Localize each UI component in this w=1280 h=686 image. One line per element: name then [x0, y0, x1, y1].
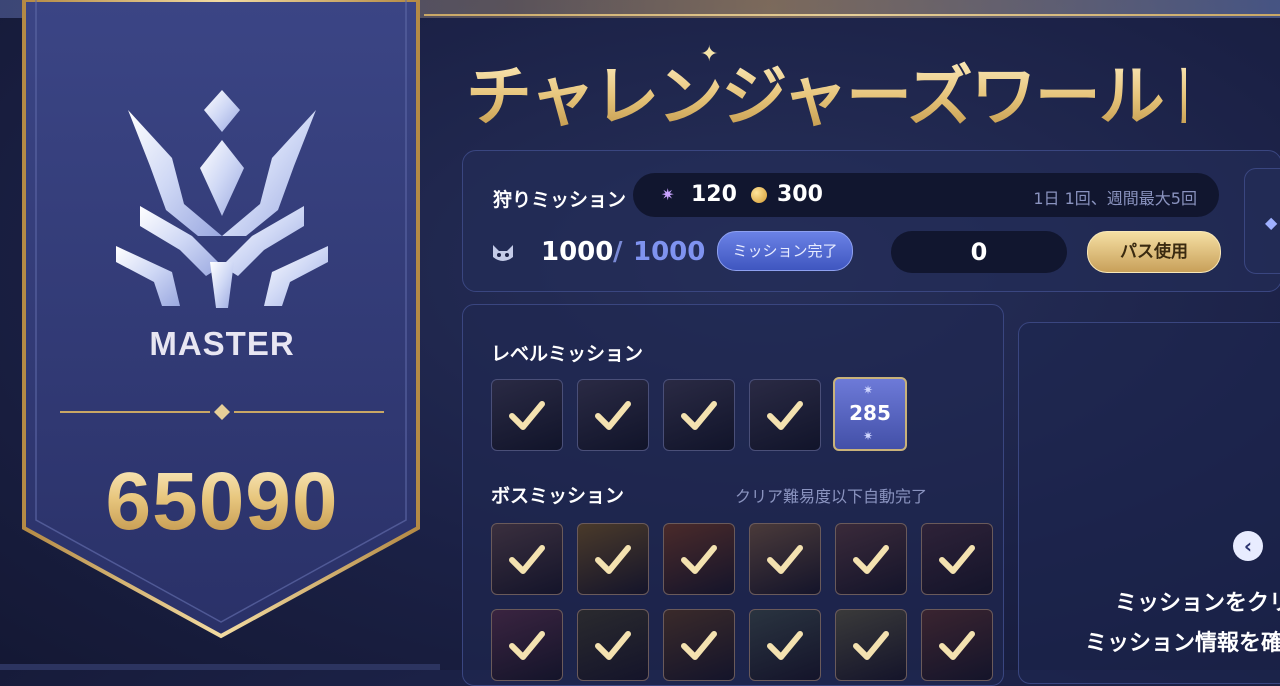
missions-panel: レベルミッション ✷ 285 ✷ ボスミッション クリア難易度以下自動完了 [462, 304, 1004, 686]
checkmark-icon [853, 631, 889, 660]
stamina-max: 1000 [633, 237, 706, 267]
info-line-2: ミッション情報を確 [1085, 631, 1280, 656]
level-mission-current-tile[interactable]: ✷ 285 ✷ [833, 377, 907, 451]
checkmark-icon [767, 545, 803, 574]
boss-mission-tile[interactable] [491, 609, 563, 681]
boss-mission-tile[interactable] [663, 523, 735, 595]
level-mission-tile[interactable] [491, 379, 563, 451]
arrow-left-icon[interactable]: ‹ [1233, 531, 1263, 561]
checkmark-icon [939, 545, 975, 574]
page-title: チャレンジャーズワールド [466, 52, 1229, 142]
cat-mask-icon [491, 243, 515, 268]
sparkle-icon: ✷ [863, 383, 874, 397]
level-mission-tile[interactable] [663, 379, 735, 451]
level-mission-title: レベルミッション [491, 343, 644, 365]
coin-icon [751, 187, 767, 203]
stamina-separator: / [613, 237, 623, 267]
sparkle-icon: ✷ [863, 429, 874, 443]
checkmark-icon [853, 545, 889, 574]
rank-divider [60, 404, 384, 420]
top-gold-rule [424, 14, 1280, 16]
hunting-mission-panel: 狩りミッション ✷ 120 300 1日 1回、週間最大5回 1000 / 10… [462, 150, 1280, 292]
count-display: 0 [891, 231, 1067, 273]
checkmark-icon [595, 545, 631, 574]
rank-banner: MASTER 65090 [20, 0, 424, 640]
rank-score: 65090 [20, 455, 424, 549]
boss-mission-note: クリア難易度以下自動完了 [735, 487, 928, 506]
boss-mission-tile[interactable] [663, 609, 735, 681]
reward-limit-text: 1日 1回、週間最大5回 [1033, 189, 1197, 208]
checkmark-icon [509, 401, 545, 430]
checkmark-icon [767, 631, 803, 660]
level-mission-tile[interactable] [749, 379, 821, 451]
stamina-current: 1000 [541, 237, 614, 267]
boss-mission-tile[interactable] [749, 609, 821, 681]
boss-mission-tile[interactable] [835, 609, 907, 681]
use-pass-button[interactable]: パス使用 [1087, 231, 1221, 273]
boss-mission-tile[interactable] [835, 523, 907, 595]
current-level: 285 [849, 401, 891, 425]
checkmark-icon [509, 545, 545, 574]
reward-value-1: 120 [691, 182, 737, 207]
boss-mission-tile[interactable] [577, 609, 649, 681]
checkmark-icon [767, 401, 803, 430]
reward-value-2: 300 [777, 182, 823, 207]
checkmark-icon [681, 631, 717, 660]
rank-name: MASTER [149, 325, 295, 362]
boss-mission-tile[interactable] [577, 523, 649, 595]
info-line-1: ミッションをクリ [1115, 591, 1280, 616]
checkmark-icon [595, 631, 631, 660]
side-panel-edge[interactable]: ◆ [1244, 168, 1280, 274]
level-mission-tile[interactable] [577, 379, 649, 451]
checkmark-icon [681, 545, 717, 574]
checkmark-icon [681, 401, 717, 430]
boss-mission-title: ボスミッション [491, 485, 625, 507]
reward-crystal-icon: ✷ [661, 185, 675, 204]
hunting-mission-label: 狩りミッション [493, 189, 627, 211]
boss-mission-tile[interactable] [749, 523, 821, 595]
mission-complete-button[interactable]: ミッション完了 [717, 231, 853, 271]
boss-mission-tile[interactable] [921, 523, 993, 595]
boss-mission-tile[interactable] [491, 523, 563, 595]
checkmark-icon [595, 401, 631, 430]
bottom-strip [0, 664, 440, 670]
reward-bar: ✷ 120 300 1日 1回、週間最大5回 [633, 173, 1219, 217]
rank-emblem-icon [116, 90, 328, 308]
diamond-icon: ◆ [1265, 213, 1278, 232]
checkmark-icon [509, 631, 545, 660]
checkmark-icon [939, 631, 975, 660]
boss-mission-tile[interactable] [921, 609, 993, 681]
mission-info-panel: ‹ ミッションをクリ ミッション情報を確 [1018, 322, 1280, 684]
